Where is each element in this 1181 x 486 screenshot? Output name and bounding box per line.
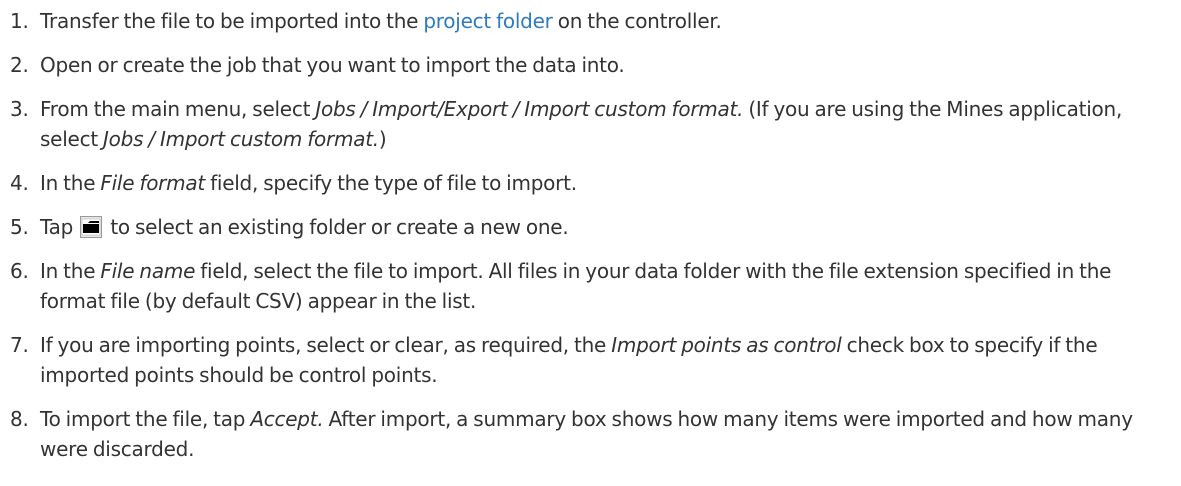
step-number: 7. [10,333,29,357]
menu-path-import-custom-format: Jobs / Import/Export / Import custom for… [315,97,744,121]
step-number: 6. [10,259,29,283]
step-text: Transfer the file to be imported into th… [40,6,1170,36]
step-5: 5. Tap to select an existing folder or c… [10,212,1181,242]
step-7: 7. If you are importing points, select o… [10,330,1181,390]
folder-browse-icon [80,216,103,238]
field-name-file-name: File name [100,259,196,283]
step-number: 8. [10,407,29,431]
step-number: 3. [10,97,29,121]
step-text-part: field, select the file to import. All fi… [40,259,1112,313]
step-text-part: From the main menu, select [40,97,316,121]
step-text: In the File name field, select the file … [40,256,1170,316]
step-text: Tap to select an existing folder or crea… [40,212,1170,242]
field-name-file-format: File format [100,171,205,195]
project-folder-link[interactable]: project folder [423,9,553,33]
step-text: From the main menu, select Jobs / Import… [40,94,1170,154]
step-6: 6. In the File name field, select the fi… [10,256,1181,316]
step-text: To import the file, tap Accept. After im… [40,404,1170,464]
step-3: 3. From the main menu, select Jobs / Imp… [10,94,1181,154]
button-name-accept: Accept. [250,407,324,431]
step-text-part: Tap [40,215,79,239]
step-text-part: In the [40,259,101,283]
step-number: 5. [10,215,29,239]
step-1: 1. Transfer the file to be imported into… [10,6,1181,36]
step-number: 2. [10,53,29,77]
step-text-part: field, specify the type of file to impor… [204,171,577,195]
step-text-part: In the [40,171,101,195]
instruction-document: 1. Transfer the file to be imported into… [0,0,1181,464]
step-text: In the File format field, specify the ty… [40,168,1170,198]
step-text: If you are importing points, select or c… [40,330,1170,390]
step-2: 2. Open or create the job that you want … [10,50,1181,80]
step-8: 8. To import the file, tap Accept. After… [10,404,1181,464]
step-text-part: To import the file, tap [40,407,251,431]
menu-path-mines-import: Jobs / Import custom format. [103,127,379,151]
step-text: Open or create the job that you want to … [40,53,625,77]
step-text-part: to select an existing folder or create a… [105,215,569,239]
step-4: 4. In the File format field, specify the… [10,168,1181,198]
step-number: 4. [10,171,29,195]
step-text-part: Transfer the file to be imported into th… [40,9,424,33]
step-number: 1. [10,9,29,33]
step-text-part: If you are importing points, select or c… [40,333,612,357]
step-text-part: ) [378,127,387,151]
step-text-part: on the controller. [552,9,722,33]
field-name-import-points-as-control: Import points as control [611,333,842,357]
steps-list: 1. Transfer the file to be imported into… [10,6,1181,464]
